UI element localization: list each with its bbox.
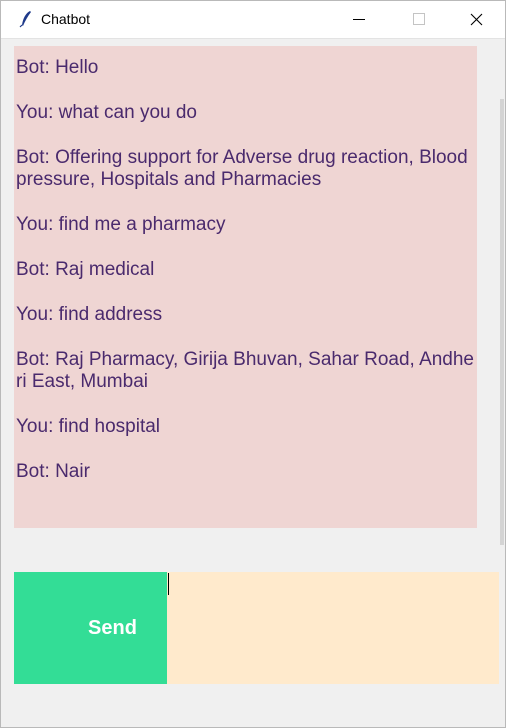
- chat-message: You: find address: [16, 304, 163, 325]
- close-button[interactable]: [453, 1, 499, 38]
- chat-scrollbar[interactable]: [499, 39, 505, 547]
- feather-icon: [19, 11, 31, 28]
- maximize-icon: [413, 13, 425, 25]
- text-caret: [168, 573, 169, 595]
- chat-message: Bot: Offering support for Adverse drug r…: [16, 147, 468, 190]
- chat-message: You: what can you do: [16, 102, 197, 123]
- chat-message: Bot: Hello: [16, 57, 99, 78]
- maximize-button[interactable]: [395, 1, 441, 38]
- chat-message: You: find hospital: [16, 416, 161, 437]
- window-title: Chatbot: [41, 11, 91, 27]
- title-bar[interactable]: Chatbot: [1, 1, 505, 39]
- minimize-icon: [353, 19, 365, 20]
- close-icon: [470, 13, 483, 26]
- minimize-button[interactable]: [337, 1, 383, 38]
- chatbot-window: Chatbot Bot: Hello You: what can you do …: [0, 0, 506, 728]
- chat-message: Bot: Raj medical: [16, 259, 155, 280]
- chat-message: Bot: Raj Pharmacy, Girija Bhuvan, Sahar …: [16, 349, 475, 392]
- send-button[interactable]: Send: [14, 572, 167, 684]
- chat-log[interactable]: Bot: Hello You: what can you do Bot: Off…: [14, 46, 477, 528]
- message-input[interactable]: [167, 572, 499, 684]
- chat-message: Bot: Nair: [16, 461, 90, 482]
- scrollbar-thumb[interactable]: [500, 99, 504, 545]
- chat-message: You: find me a pharmacy: [16, 214, 226, 235]
